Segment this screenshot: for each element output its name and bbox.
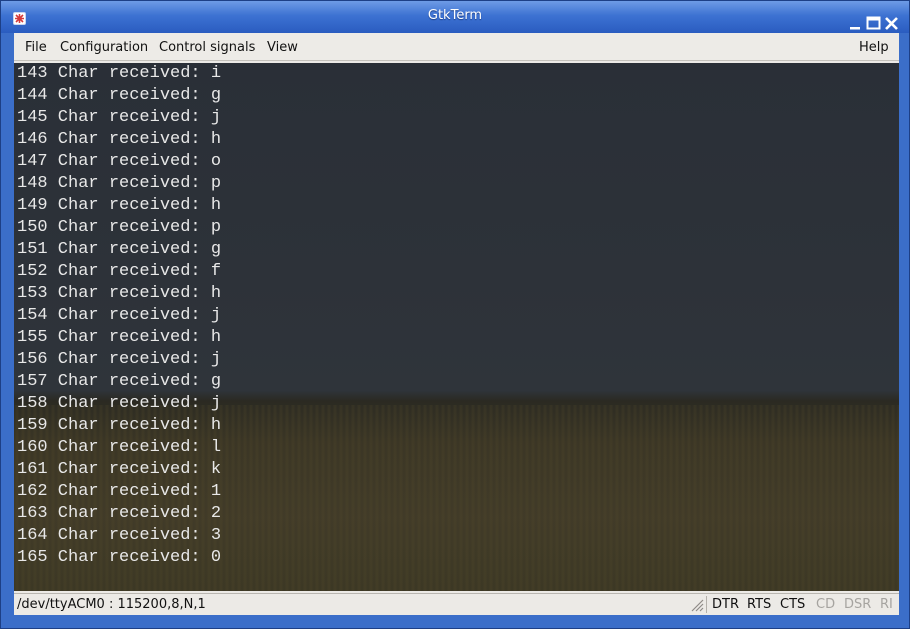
maximize-icon[interactable]	[865, 15, 882, 32]
terminal-line: 151 Char received: g	[17, 240, 222, 259]
signal-dtr: DTR	[712, 597, 739, 612]
terminal-line: 161 Char received: k	[17, 460, 222, 479]
terminal-area[interactable]: 143 Char received: i 144 Char received: g…	[14, 63, 899, 591]
terminal-line: 159 Char received: h	[17, 416, 222, 435]
terminal-line: 143 Char received: i	[17, 64, 222, 83]
terminal-line: 147 Char received: o	[17, 152, 222, 171]
menu-bar: File Configuration Control signals View …	[14, 33, 899, 61]
menu-configuration[interactable]: Configuration	[60, 40, 148, 55]
client-area: File Configuration Control signals View …	[14, 33, 899, 615]
terminal-line: 155 Char received: h	[17, 328, 222, 347]
terminal-line: 158 Char received: j	[17, 394, 222, 413]
terminal-line: 156 Char received: j	[17, 350, 222, 369]
terminal-line: 165 Char received: 0	[17, 548, 222, 567]
terminal-line: 163 Char received: 2	[17, 504, 222, 523]
gtkterm-window: GtkTerm File Configuration Control signa…	[0, 0, 910, 629]
menu-help[interactable]: Help	[859, 40, 889, 55]
status-bar: /dev/ttyACM0 : 115200,8,N,1 DTR RTS CTS CD D…	[14, 593, 899, 615]
status-divider	[706, 596, 707, 613]
terminal-output: 143 Char received: i 144 Char received: g…	[17, 63, 221, 569]
terminal-line: 162 Char received: 1	[17, 482, 222, 501]
terminal-line: 153 Char received: h	[17, 284, 222, 303]
terminal-line: 150 Char received: p	[17, 218, 222, 237]
terminal-line: 154 Char received: j	[17, 306, 222, 325]
signal-dsr: DSR	[844, 597, 872, 612]
menu-control-signals[interactable]: Control signals	[159, 40, 255, 55]
signal-ri: RI	[880, 597, 893, 612]
terminal-line: 144 Char received: g	[17, 86, 222, 105]
terminal-line: 148 Char received: p	[17, 174, 222, 193]
signal-cd: CD	[816, 597, 836, 612]
signal-rts: RTS	[747, 597, 772, 612]
signal-cts: CTS	[780, 597, 806, 612]
terminal-line: 160 Char received: l	[17, 438, 222, 457]
port-info: /dev/ttyACM0 : 115200,8,N,1	[17, 597, 206, 612]
terminal-line: 157 Char received: g	[17, 372, 222, 391]
terminal-line: 152 Char received: f	[17, 262, 222, 281]
title-bar[interactable]: GtkTerm	[1, 1, 909, 33]
close-icon[interactable]	[883, 15, 900, 32]
terminal-line: 164 Char received: 3	[17, 526, 222, 545]
terminal-line: 145 Char received: j	[17, 108, 222, 127]
window-title: GtkTerm	[427, 8, 483, 23]
terminal-line: 149 Char received: h	[17, 196, 222, 215]
terminal-line: 146 Char received: h	[17, 130, 222, 149]
resize-grip-icon[interactable]	[690, 597, 704, 612]
menu-file[interactable]: File	[25, 40, 47, 55]
minimize-icon[interactable]	[847, 15, 864, 32]
menu-view[interactable]: View	[267, 40, 298, 55]
